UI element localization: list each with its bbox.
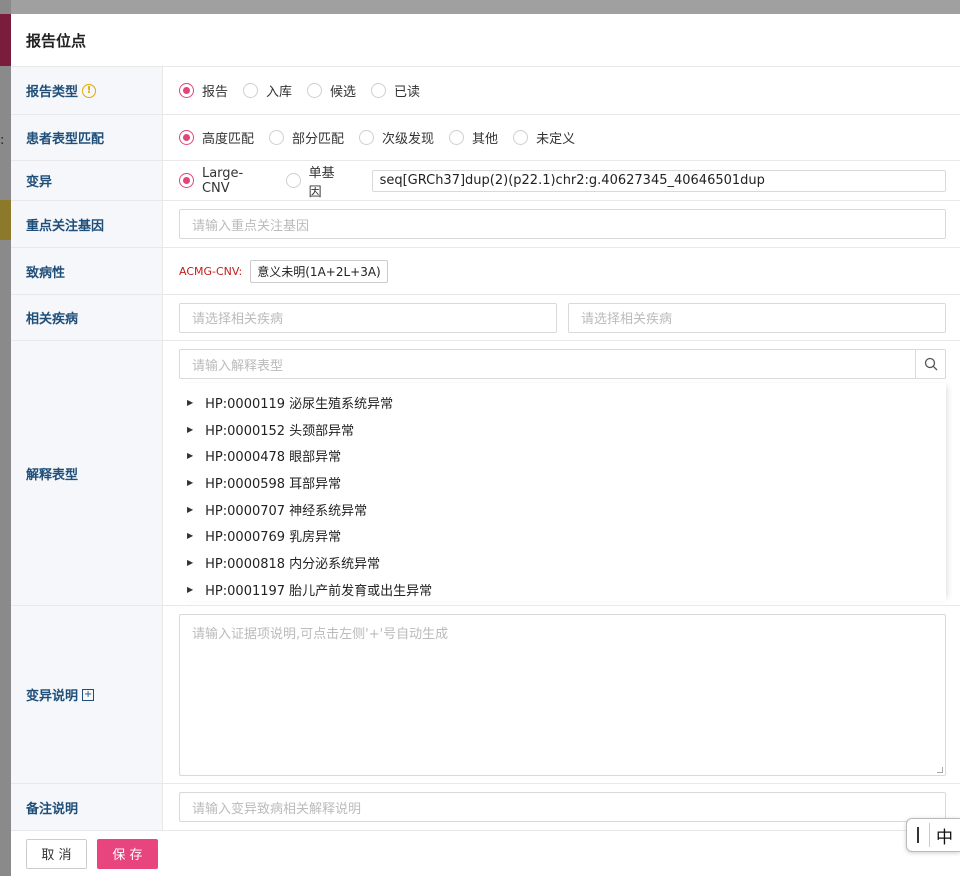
row-phenotype: 解释表型 请输入解释表型 ▶ HP:0000119 泌尿生殖系统异常 ▶ HP:00… [11, 341, 960, 606]
radio-secondary-finding[interactable]: 次级发现 [359, 128, 434, 147]
phenotype-content: 请输入解释表型 ▶ HP:0000119 泌尿生殖系统异常 ▶ HP:0000152… [163, 341, 960, 605]
radio-large-cnv[interactable]: Large-CNV [179, 166, 271, 196]
row-phenotype-match: 患者表型匹配 高度匹配 部分匹配 次级发现 其他 未定义 [11, 115, 960, 161]
search-button[interactable] [915, 350, 945, 378]
radio-dot[interactable] [243, 83, 259, 98]
radio-dot[interactable] [371, 83, 387, 98]
related-disease-select-2[interactable]: 请选择相关疾病 [568, 302, 946, 333]
radio-candidate[interactable]: 候选 [307, 81, 356, 100]
variant-note-textarea[interactable]: 请输入证据项说明,可点击左侧'+'号自动生成 [179, 613, 946, 776]
tree-item[interactable]: ▶ HP:0000478 眼部异常 [179, 442, 946, 469]
radio-undefined[interactable]: 未定义 [513, 128, 575, 147]
label-report-type: 报告类型 ! [11, 67, 163, 114]
caret-right-icon[interactable]: ▶ [187, 398, 193, 407]
radio-dot[interactable] [285, 173, 301, 188]
radio-dot[interactable] [513, 130, 529, 145]
related-disease-content: 请选择相关疾病 请选择相关疾病 [163, 295, 960, 340]
acmg-cnv-label: ACMG-CNV: [179, 264, 243, 278]
focus-gene-input[interactable]: 请输入重点关注基因 [179, 209, 946, 239]
ime-indicator[interactable]: 中 [906, 818, 960, 852]
background-bar [0, 14, 11, 66]
background-overlay-top [0, 0, 960, 14]
label-phenotype-match: 患者表型匹配 [11, 115, 163, 160]
label-pathogenicity: 致病性 [11, 248, 163, 294]
row-pathogenicity: 致病性 ACMG-CNV: 意义未明(1A+2L+3A) [11, 248, 960, 295]
label-variant-note: 变异说明 + [11, 606, 163, 783]
radio-dot[interactable] [179, 83, 194, 98]
label-focus-gene: 重点关注基因 [11, 201, 163, 247]
phenotype-tree: ▶ HP:0000119 泌尿生殖系统异常 ▶ HP:0000152 头颈部异常 ▶… [179, 383, 946, 601]
acmg-classification-tag[interactable]: 意义未明(1A+2L+3A) [250, 259, 388, 283]
tree-item[interactable]: ▶ HP:0000769 乳房异常 [179, 522, 946, 549]
radio-archive[interactable]: 入库 [243, 81, 292, 100]
warning-icon[interactable]: ! [82, 83, 97, 98]
row-variant-note: 变异说明 + 请输入证据项说明,可点击左侧'+'号自动生成 [11, 606, 960, 784]
cancel-button[interactable]: 取 消 [26, 838, 87, 869]
tree-item[interactable]: ▶ HP:0001197 胎儿产前发育或出生异常 [179, 576, 946, 603]
plus-square-icon[interactable]: + [82, 688, 95, 701]
variant-content: Large-CNV 单基因 seq[GRCh37]dup(2)(p22.1)ch… [163, 161, 960, 200]
report-type-radio-group: 报告 入库 候选 已读 [163, 67, 960, 114]
radio-dot[interactable] [359, 130, 375, 145]
modal-header: 报告位点 [11, 14, 960, 67]
background-bar [0, 200, 11, 240]
background-overlay-left: : [0, 0, 11, 876]
related-disease-select-1[interactable]: 请选择相关疾病 [179, 302, 557, 333]
resize-handle-icon[interactable] [937, 766, 943, 773]
caret-right-icon[interactable]: ▶ [187, 451, 193, 460]
save-button[interactable]: 保 存 [97, 838, 158, 869]
row-related-disease: 相关疾病 请选择相关疾病 请选择相关疾病 [11, 295, 960, 341]
focus-gene-content: 请输入重点关注基因 [163, 201, 960, 247]
caret-right-icon[interactable]: ▶ [187, 585, 193, 594]
background-colon: : [0, 133, 5, 148]
phenotype-search: 请输入解释表型 [179, 349, 946, 379]
pathogenicity-content: ACMG-CNV: 意义未明(1A+2L+3A) [163, 248, 960, 294]
label-remark: 备注说明 [11, 784, 163, 830]
modal-footer: 取 消 保 存 [11, 830, 960, 876]
modal-title: 报告位点 [26, 31, 87, 50]
caret-right-icon[interactable]: ▶ [187, 558, 193, 567]
label-variant: 变异 [11, 161, 163, 200]
caret-right-icon[interactable]: ▶ [187, 478, 193, 487]
remark-content: 请输入变异致病相关解释说明 [163, 784, 960, 830]
report-form: 报告类型 ! 报告 入库 候选 已读 患者表型匹配 高度匹配 部分匹配 次级发现… [11, 67, 960, 830]
variant-note-content: 请输入证据项说明,可点击左侧'+'号自动生成 [163, 606, 960, 783]
label-phenotype: 解释表型 [11, 341, 163, 605]
radio-read[interactable]: 已读 [371, 81, 420, 100]
remark-input[interactable]: 请输入变异致病相关解释说明 [179, 792, 946, 822]
caret-right-icon[interactable]: ▶ [187, 505, 193, 514]
label-related-disease: 相关疾病 [11, 295, 163, 340]
radio-other[interactable]: 其他 [449, 128, 498, 147]
radio-single-gene[interactable]: 单基因 [285, 162, 348, 200]
radio-dot[interactable] [269, 130, 285, 145]
report-site-modal: 报告位点 报告类型 ! 报告 入库 候选 已读 患者表型匹配 高度匹配 部分匹配… [11, 14, 960, 876]
tree-item[interactable]: ▶ HP:0000818 内分泌系统异常 [179, 549, 946, 576]
phenotype-search-input[interactable]: 请输入解释表型 [180, 350, 915, 378]
radio-dot[interactable] [449, 130, 465, 145]
caret-right-icon[interactable]: ▶ [187, 425, 193, 434]
radio-dot[interactable] [307, 83, 323, 98]
tree-item[interactable]: ▶ HP:0000152 头颈部异常 [179, 416, 946, 443]
radio-dot[interactable] [179, 130, 194, 145]
row-variant: 变异 Large-CNV 单基因 seq[GRCh37]dup(2)(p22.1… [11, 161, 960, 201]
phenotype-match-radio-group: 高度匹配 部分匹配 次级发现 其他 未定义 [163, 115, 960, 160]
radio-report[interactable]: 报告 [179, 81, 228, 100]
caret-right-icon[interactable]: ▶ [187, 531, 193, 540]
tree-item[interactable]: ▶ HP:0000119 泌尿生殖系统异常 [179, 389, 946, 416]
tree-item[interactable]: ▶ HP:0000707 神经系统异常 [179, 496, 946, 523]
ime-divider [929, 823, 930, 847]
row-report-type: 报告类型 ! 报告 入库 候选 已读 [11, 67, 960, 115]
radio-partial-match[interactable]: 部分匹配 [269, 128, 344, 147]
ime-mode: 中 [936, 827, 953, 848]
variant-notation-input[interactable]: seq[GRCh37]dup(2)(p22.1)chr2:g.40627345_… [371, 169, 946, 192]
radio-high-match[interactable]: 高度匹配 [179, 128, 254, 147]
row-remark: 备注说明 请输入变异致病相关解释说明 [11, 784, 960, 830]
text-cursor-icon [917, 827, 919, 843]
radio-dot[interactable] [179, 173, 194, 188]
search-icon [924, 357, 937, 371]
row-focus-gene: 重点关注基因 请输入重点关注基因 [11, 201, 960, 248]
tree-item[interactable]: ▶ HP:0000598 耳部异常 [179, 469, 946, 496]
